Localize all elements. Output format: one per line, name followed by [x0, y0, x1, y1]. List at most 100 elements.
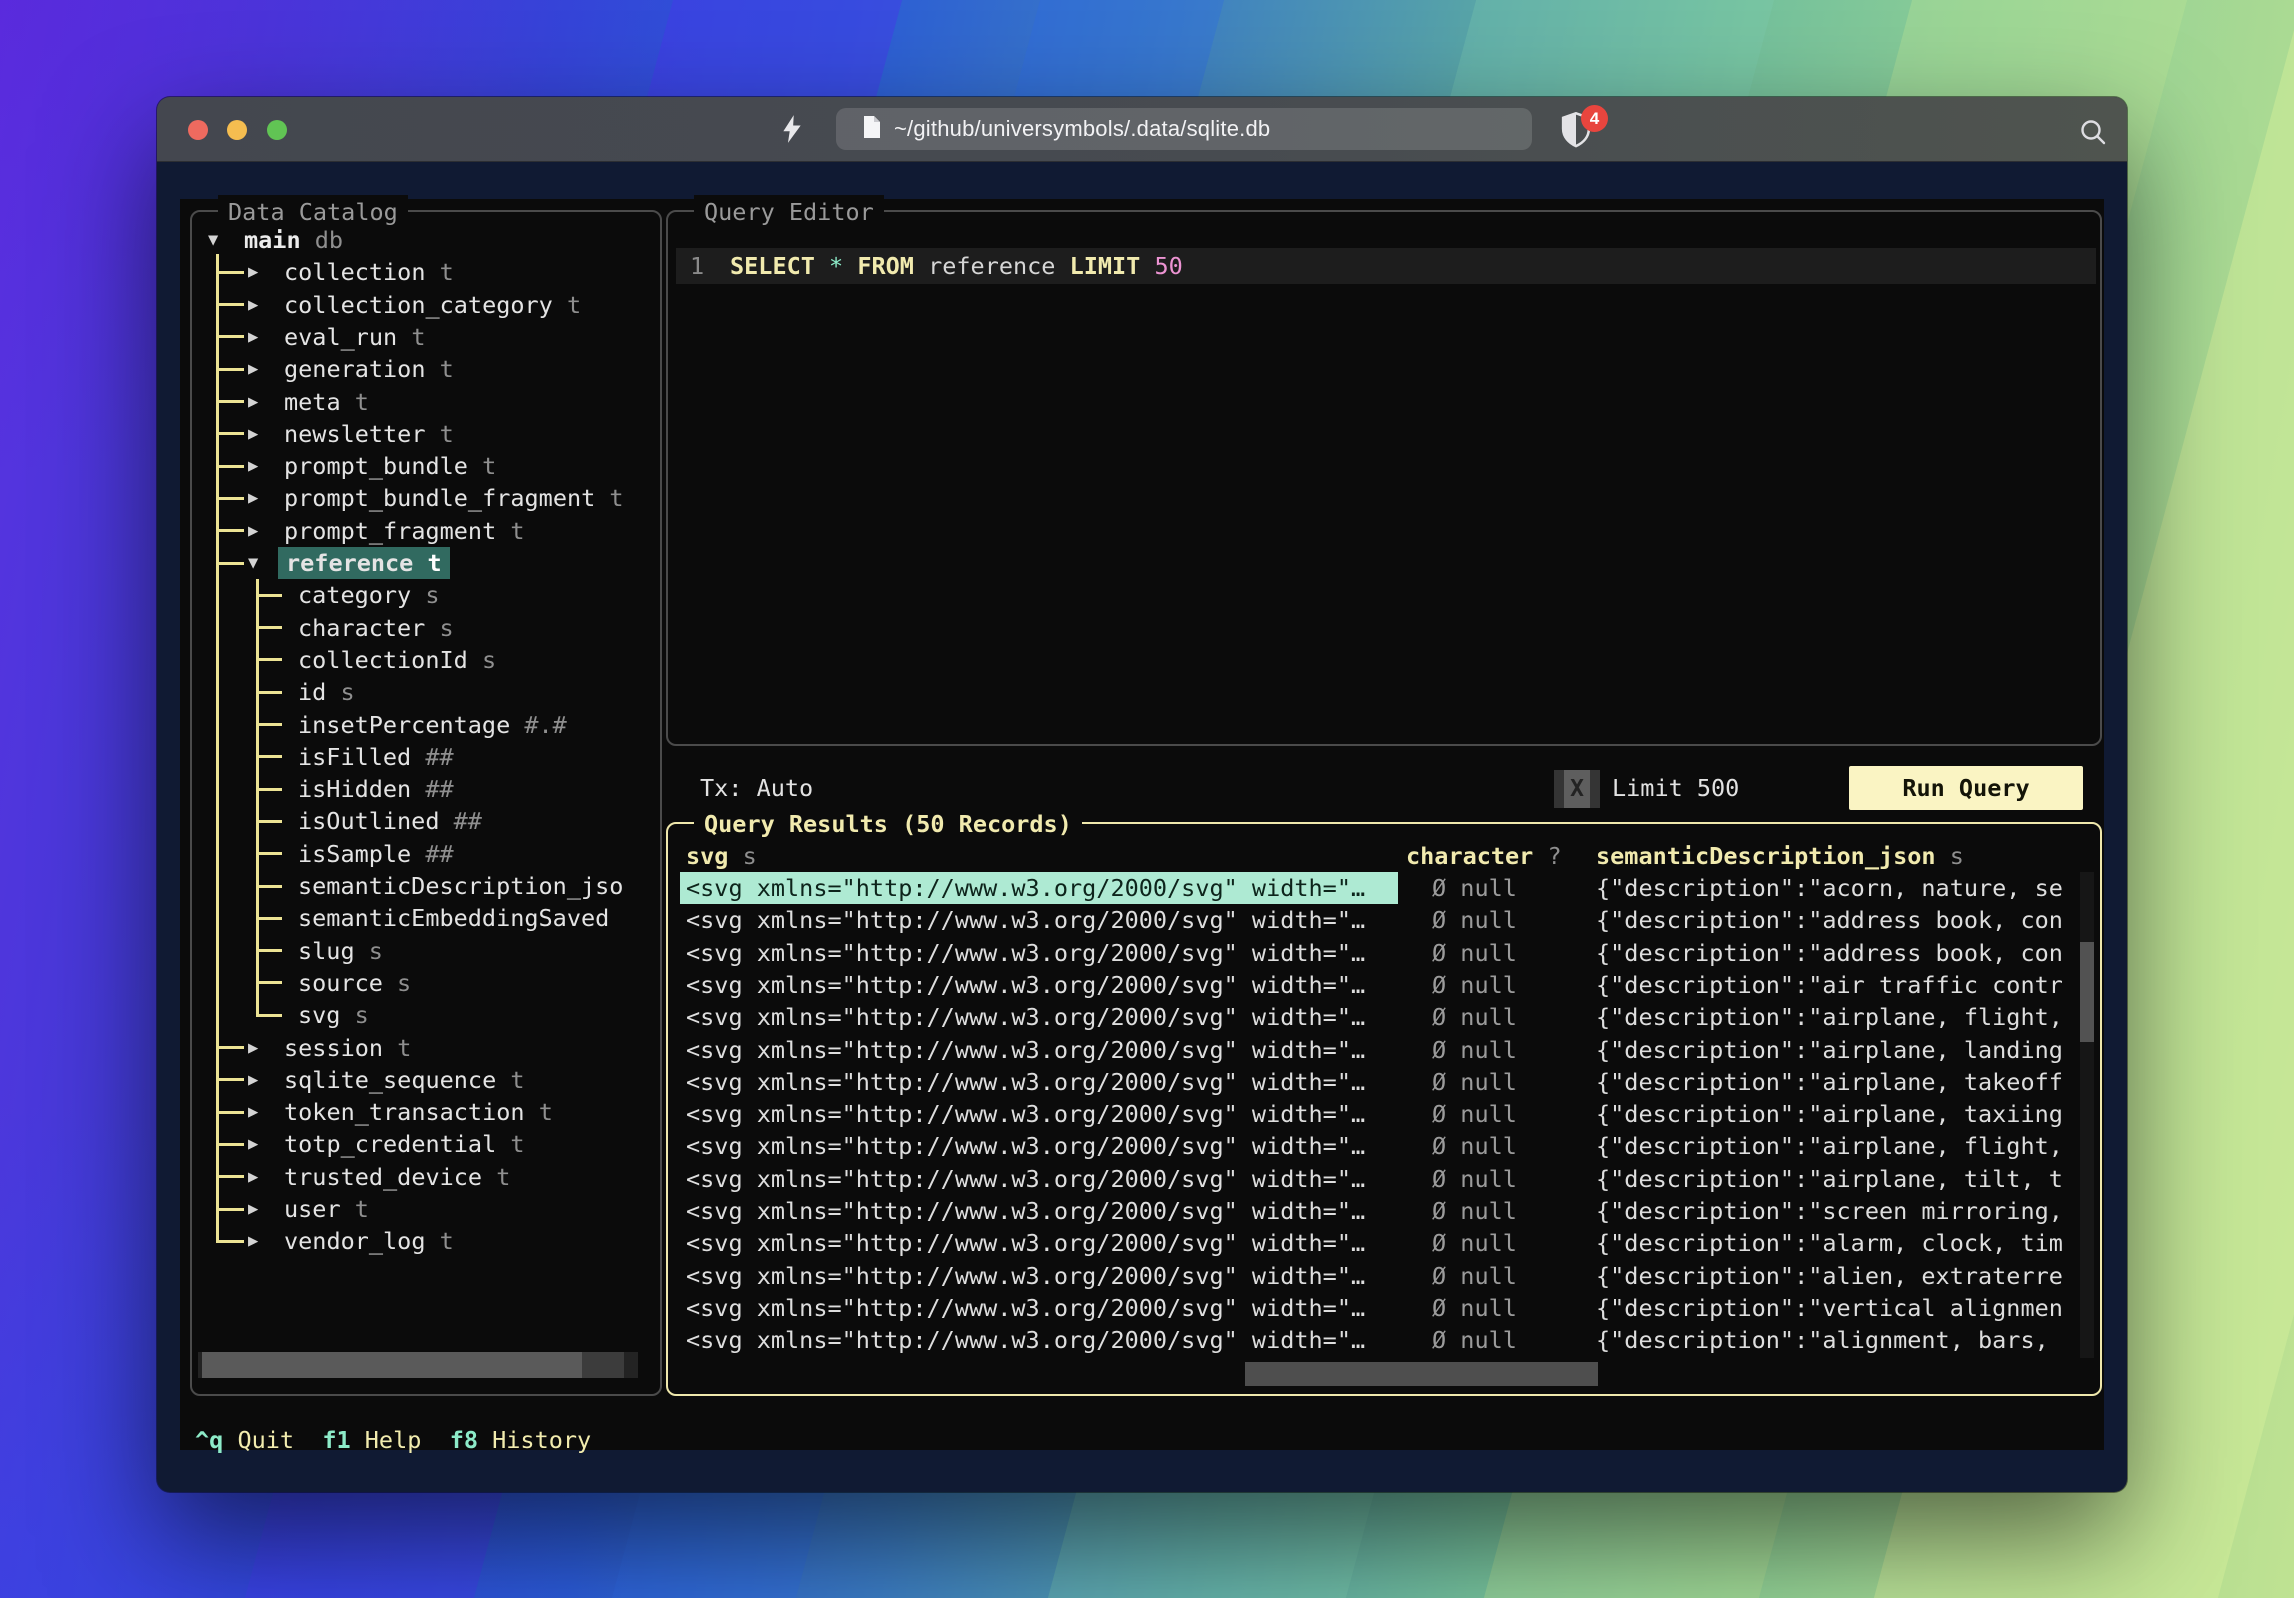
results-hscrollbar[interactable]: [1245, 1362, 1598, 1386]
description-cell[interactable]: {"description":"screen mirroring,: [1596, 1195, 2082, 1227]
character-cell[interactable]: Ø null: [1432, 1227, 1517, 1259]
limit-label[interactable]: Limit 500: [1612, 770, 1739, 806]
character-cell[interactable]: Ø null: [1432, 904, 1517, 936]
character-cell[interactable]: Ø null: [1432, 1098, 1517, 1130]
editor-active-line[interactable]: 1 SELECT * FROM reference LIMIT 50: [676, 248, 2096, 284]
catalog-table-row[interactable]: ▶newsletter t: [192, 418, 660, 450]
expand-arrow-icon[interactable]: ▶: [248, 256, 258, 288]
run-query-button[interactable]: Run Query: [1849, 766, 2083, 810]
catalog-table-row[interactable]: ▶prompt_fragment t: [192, 515, 660, 547]
table-row[interactable]: <svg xmlns="http://www.w3.org/2000/svg" …: [668, 872, 2100, 904]
limit-checkbox[interactable]: X: [1554, 770, 1600, 808]
svg-cell[interactable]: <svg xmlns="http://www.w3.org/2000/svg" …: [680, 904, 1398, 936]
expand-arrow-icon[interactable]: ▶: [248, 450, 258, 482]
catalog-table-row[interactable]: ▶vendor_log t: [192, 1225, 660, 1257]
svg-cell[interactable]: <svg xmlns="http://www.w3.org/2000/svg" …: [680, 1227, 1398, 1259]
character-cell[interactable]: Ø null: [1432, 1324, 1517, 1356]
table-row[interactable]: <svg xmlns="http://www.w3.org/2000/svg" …: [668, 1066, 2100, 1098]
transaction-mode[interactable]: Tx: Auto: [700, 770, 813, 806]
expand-arrow-icon[interactable]: ▶: [248, 1225, 258, 1257]
description-cell[interactable]: {"description":"airplane, landing: [1596, 1034, 2082, 1066]
svg-cell[interactable]: <svg xmlns="http://www.w3.org/2000/svg" …: [680, 1260, 1398, 1292]
expand-arrow-icon[interactable]: ▶: [248, 1096, 258, 1128]
catalog-table-row[interactable]: ▶trusted_device t: [192, 1161, 660, 1193]
description-cell[interactable]: {"description":"acorn, nature, se: [1596, 872, 2082, 904]
results-vscrollbar[interactable]: [2080, 872, 2094, 1358]
catalog-table-row[interactable]: ▼reference t: [192, 547, 660, 579]
catalog-table-row[interactable]: ▶sqlite_sequence t: [192, 1064, 660, 1096]
description-cell[interactable]: {"description":"alignment, bars,: [1596, 1324, 2082, 1356]
catalog-table-row[interactable]: ▶session t: [192, 1032, 660, 1064]
expand-arrow-icon[interactable]: ▶: [248, 289, 258, 321]
description-cell[interactable]: {"description":"airplane, flight,: [1596, 1130, 2082, 1162]
footer-key[interactable]: ^q: [195, 1426, 223, 1454]
table-row[interactable]: <svg xmlns="http://www.w3.org/2000/svg" …: [668, 1292, 2100, 1324]
catalog-table-row[interactable]: ▶prompt_bundle t: [192, 450, 660, 482]
table-row[interactable]: <svg xmlns="http://www.w3.org/2000/svg" …: [668, 937, 2100, 969]
svg-cell[interactable]: <svg xmlns="http://www.w3.org/2000/svg" …: [680, 1001, 1398, 1033]
svg-cell[interactable]: <svg xmlns="http://www.w3.org/2000/svg" …: [680, 969, 1398, 1001]
path-bar[interactable]: ~/github/universymbols/.data/sqlite.db: [836, 108, 1532, 150]
character-cell[interactable]: Ø null: [1432, 1130, 1517, 1162]
character-cell[interactable]: Ø null: [1432, 1001, 1517, 1033]
search-icon[interactable]: [2079, 118, 2107, 146]
expand-arrow-icon[interactable]: ▶: [248, 1128, 258, 1160]
footer-label[interactable]: Help: [351, 1426, 450, 1454]
table-row[interactable]: <svg xmlns="http://www.w3.org/2000/svg" …: [668, 1260, 2100, 1292]
expand-arrow-icon[interactable]: ▶: [248, 1064, 258, 1096]
expand-arrow-icon[interactable]: ▶: [248, 386, 258, 418]
catalog-table-row[interactable]: ▶prompt_bundle_fragment t: [192, 482, 660, 514]
description-cell[interactable]: {"description":"air traffic contr: [1596, 969, 2082, 1001]
table-row[interactable]: <svg xmlns="http://www.w3.org/2000/svg" …: [668, 1098, 2100, 1130]
table-row[interactable]: <svg xmlns="http://www.w3.org/2000/svg" …: [668, 1163, 2100, 1195]
minimize-window-button[interactable]: [227, 120, 247, 140]
svg-cell[interactable]: <svg xmlns="http://www.w3.org/2000/svg" …: [680, 1163, 1398, 1195]
table-row[interactable]: <svg xmlns="http://www.w3.org/2000/svg" …: [668, 1227, 2100, 1259]
description-cell[interactable]: {"description":"vertical alignmen: [1596, 1292, 2082, 1324]
table-row[interactable]: <svg xmlns="http://www.w3.org/2000/svg" …: [668, 1001, 2100, 1033]
footer-label[interactable]: History: [478, 1426, 591, 1454]
expand-arrow-icon[interactable]: ▶: [248, 353, 258, 385]
table-row[interactable]: <svg xmlns="http://www.w3.org/2000/svg" …: [668, 1324, 2100, 1356]
catalog-hscrollbar[interactable]: [198, 1352, 638, 1378]
table-row[interactable]: <svg xmlns="http://www.w3.org/2000/svg" …: [668, 1195, 2100, 1227]
character-cell[interactable]: Ø null: [1432, 1292, 1517, 1324]
character-cell[interactable]: Ø null: [1432, 969, 1517, 1001]
description-cell[interactable]: {"description":"address book, con: [1596, 904, 2082, 936]
svg-cell[interactable]: <svg xmlns="http://www.w3.org/2000/svg" …: [680, 937, 1398, 969]
catalog-table-row[interactable]: ▶token_transaction t: [192, 1096, 660, 1128]
description-cell[interactable]: {"description":"airplane, takeoff: [1596, 1066, 2082, 1098]
table-row[interactable]: <svg xmlns="http://www.w3.org/2000/svg" …: [668, 904, 2100, 936]
character-cell[interactable]: Ø null: [1432, 872, 1517, 904]
description-cell[interactable]: {"description":"airplane, taxiing: [1596, 1098, 2082, 1130]
svg-cell[interactable]: <svg xmlns="http://www.w3.org/2000/svg" …: [680, 1066, 1398, 1098]
expand-arrow-icon[interactable]: ▶: [248, 418, 258, 450]
character-cell[interactable]: Ø null: [1432, 1066, 1517, 1098]
table-row[interactable]: <svg xmlns="http://www.w3.org/2000/svg" …: [668, 969, 2100, 1001]
description-cell[interactable]: {"description":"airplane, tilt, t: [1596, 1163, 2082, 1195]
expand-arrow-icon[interactable]: ▶: [248, 1032, 258, 1064]
character-cell[interactable]: Ø null: [1432, 1195, 1517, 1227]
table-row[interactable]: <svg xmlns="http://www.w3.org/2000/svg" …: [668, 1130, 2100, 1162]
svg-cell[interactable]: <svg xmlns="http://www.w3.org/2000/svg" …: [680, 1195, 1398, 1227]
description-cell[interactable]: {"description":"airplane, flight,: [1596, 1001, 2082, 1033]
catalog-table-row[interactable]: ▶collection t: [192, 256, 660, 288]
svg-cell[interactable]: <svg xmlns="http://www.w3.org/2000/svg" …: [680, 1292, 1398, 1324]
svg-cell[interactable]: <svg xmlns="http://www.w3.org/2000/svg" …: [680, 1130, 1398, 1162]
expand-arrow-icon[interactable]: ▶: [248, 1193, 258, 1225]
sql-statement[interactable]: SELECT * FROM reference LIMIT 50: [730, 248, 1183, 284]
footer-key[interactable]: f1: [322, 1426, 350, 1454]
catalog-table-row[interactable]: ▶user t: [192, 1193, 660, 1225]
description-cell[interactable]: {"description":"alarm, clock, tim: [1596, 1227, 2082, 1259]
collapse-arrow-icon[interactable]: ▼: [208, 224, 218, 256]
expand-arrow-icon[interactable]: ▶: [248, 515, 258, 547]
catalog-database-row[interactable]: ▼main db: [192, 224, 660, 256]
catalog-table-row[interactable]: ▶eval_run t: [192, 321, 660, 353]
expand-arrow-icon[interactable]: ▶: [248, 1161, 258, 1193]
svg-cell[interactable]: <svg xmlns="http://www.w3.org/2000/svg" …: [680, 1324, 1398, 1356]
footer-label[interactable]: Quit: [223, 1426, 322, 1454]
catalog-table-row[interactable]: ▶generation t: [192, 353, 660, 385]
character-cell[interactable]: Ø null: [1432, 937, 1517, 969]
character-cell[interactable]: Ø null: [1432, 1260, 1517, 1292]
catalog-table-row[interactable]: ▶totp_credential t: [192, 1128, 660, 1160]
